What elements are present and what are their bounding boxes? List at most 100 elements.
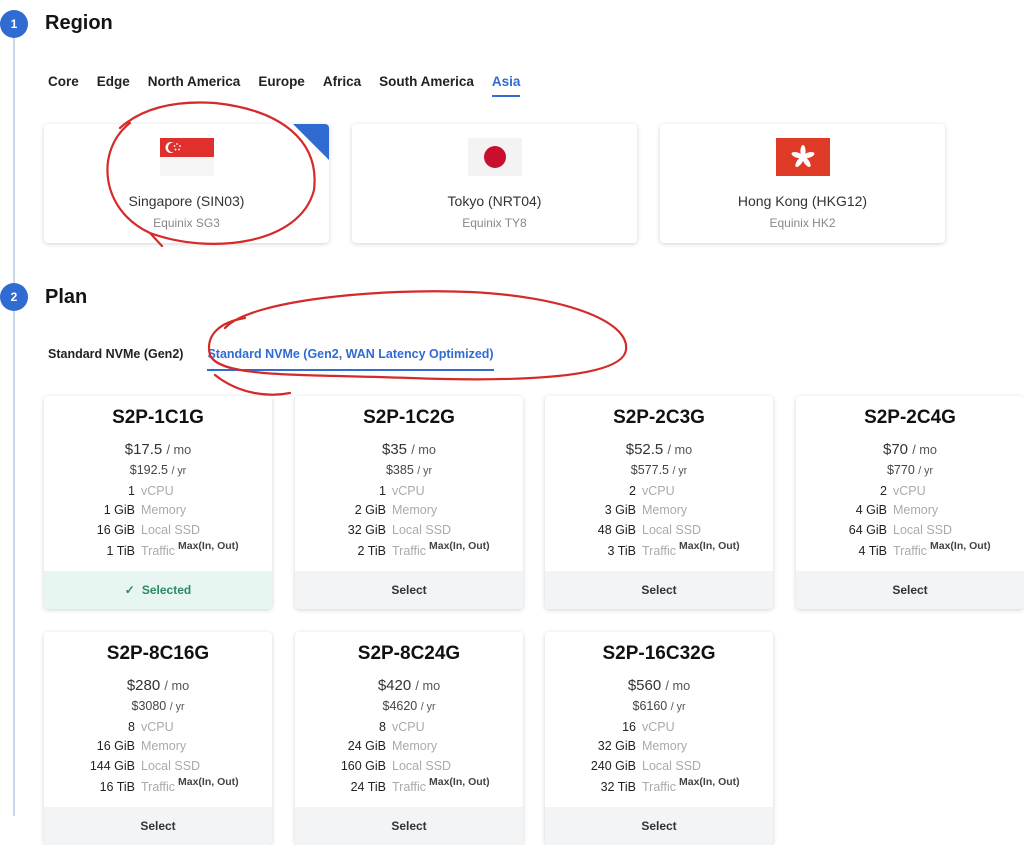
monthly-unit: / mo [166, 442, 192, 457]
spec-ssd: 160 GiB Local SSD [295, 759, 523, 777]
spec-label: Local SSD [642, 759, 702, 773]
spec-label: Traffic [141, 544, 176, 558]
spec-vcpu: 8 vCPU [295, 720, 523, 738]
plan-card-s2p-16c32g[interactable]: S2P-16C32G $560 / mo $6160 / yr 16 vCPU … [545, 632, 773, 845]
yearly-price-value: $385 [385, 463, 414, 477]
spec-value: 24 GiB [347, 739, 386, 753]
step-number-badge: 2 [0, 283, 28, 311]
plan-card-s2p-1c2g[interactable]: S2P-1C2G $35 / mo $385 / yr 1 vCPU 2 GiB… [295, 396, 523, 609]
spec-value: 24 TiB [350, 780, 386, 794]
spec-label: Memory [893, 503, 939, 517]
plan-card-s2p-8c16g[interactable]: S2P-8C16G $280 / mo $3080 / yr 8 vCPU 16… [44, 632, 272, 845]
region-section-title: Region [45, 12, 113, 34]
spec-value: 4 GiB [855, 503, 887, 517]
yearly-price-value: $6160 [632, 699, 668, 713]
region-name: Singapore (SIN03) [128, 193, 245, 209]
check-icon: ✓ [124, 583, 135, 597]
region-card-singapore[interactable]: Singapore (SIN03) Equinix SG3 [44, 124, 329, 243]
monthly-price-value: $560 [627, 677, 662, 694]
select-label: Select [391, 819, 427, 833]
select-plan-button[interactable]: Select [295, 571, 523, 609]
tab-north-america[interactable]: North America [148, 74, 241, 97]
tab-asia[interactable]: Asia [491, 74, 521, 97]
monthly-price-value: $35 [382, 441, 408, 458]
select-plan-button[interactable]: Select [295, 807, 523, 845]
region-datacenter: Equinix TY8 [462, 216, 527, 230]
select-plan-button[interactable]: Select [44, 807, 272, 845]
spec-value: 32 GiB [597, 739, 636, 753]
spec-label: Local SSD [642, 523, 702, 537]
plan-card-s2p-2c4g[interactable]: S2P-2C4G $70 / mo $770 / yr 2 vCPU 4 GiB… [796, 396, 1024, 609]
selected-plan-button[interactable]: ✓ Selected [44, 571, 272, 609]
singapore-flag-icon [159, 138, 214, 176]
spec-ssd: 64 GiB Local SSD [796, 523, 1024, 541]
spec-label: Local SSD [141, 759, 201, 773]
region-name: Tokyo (NRT04) [447, 193, 542, 209]
select-plan-button[interactable]: Select [545, 807, 773, 845]
tab-core[interactable]: Core [48, 74, 79, 97]
spec-value: 32 TiB [600, 780, 636, 794]
spec-label: Local SSD [392, 759, 452, 773]
spec-ssd: 240 GiB Local SSD [545, 759, 773, 777]
yearly-price-value: $4620 [382, 699, 418, 713]
spec-memory: 24 GiB Memory [295, 739, 523, 757]
spec-memory: 32 GiB Memory [545, 739, 773, 757]
spec-value: 16 GiB [96, 523, 135, 537]
spec-ssd: 32 GiB Local SSD [295, 523, 523, 541]
spec-memory: 1 GiB Memory [44, 503, 272, 521]
tab-standard-nvme-gen2[interactable]: Standard NVMe (Gen2) [48, 347, 183, 371]
spec-value: 2 [629, 484, 636, 498]
region-card-hong-kong[interactable]: Hong Kong (HKG12) Equinix HK2 [660, 124, 945, 243]
traffic-note: Max(In, Out) [679, 776, 740, 788]
yearly-price-value: $577.5 [630, 463, 669, 477]
yearly-price: $192.5 / yr [44, 463, 272, 477]
step-number-badge: 1 [0, 10, 28, 38]
plan-card-s2p-8c24g[interactable]: S2P-8C24G $420 / mo $4620 / yr 8 vCPU 24… [295, 632, 523, 845]
spec-value: 4 TiB [858, 544, 888, 558]
select-plan-button[interactable]: Select [796, 571, 1024, 609]
spec-label: vCPU [642, 484, 675, 498]
region-tabs: Core Edge North America Europe Africa So… [48, 74, 538, 97]
spec-label: vCPU [141, 484, 174, 498]
spec-traffic: 32 TiB Traffic Max(In, Out) [545, 776, 773, 798]
spec-value: 2 GiB [354, 503, 386, 517]
yearly-unit: / yr [169, 701, 185, 713]
spec-memory: 4 GiB Memory [796, 503, 1024, 521]
spec-label: Memory [642, 503, 688, 517]
spec-value: 16 [622, 720, 636, 734]
plan-card-s2p-2c3g[interactable]: S2P-2C3G $52.5 / mo $577.5 / yr 2 vCPU 3… [545, 396, 773, 609]
spec-value: 48 GiB [597, 523, 636, 537]
plan-card-s2p-1c1g[interactable]: S2P-1C1G $17.5 / mo $192.5 / yr 1 vCPU 1… [44, 396, 272, 609]
spec-label: vCPU [392, 720, 425, 734]
select-label: Select [391, 583, 427, 597]
yearly-price: $3080 / yr [44, 699, 272, 713]
monthly-price: $420 / mo [295, 677, 523, 694]
spec-vcpu: 1 vCPU [44, 484, 272, 502]
tab-africa[interactable]: Africa [323, 74, 361, 97]
spec-value: 16 TiB [99, 780, 135, 794]
spec-value: 240 GiB [590, 759, 636, 773]
spec-label: Memory [642, 739, 688, 753]
spec-value: 2 [880, 484, 887, 498]
tab-edge[interactable]: Edge [97, 74, 130, 97]
tab-europe[interactable]: Europe [258, 74, 305, 97]
traffic-note: Max(In, Out) [178, 540, 239, 552]
monthly-price: $280 / mo [44, 677, 272, 694]
yearly-unit: / yr [417, 465, 433, 477]
tab-south-america[interactable]: South America [379, 74, 474, 97]
spec-label: Memory [141, 739, 187, 753]
spec-value: 8 [379, 720, 386, 734]
japan-flag-icon [467, 138, 522, 176]
spec-traffic: 1 TiB Traffic Max(In, Out) [44, 540, 272, 562]
spec-ssd: 48 GiB Local SSD [545, 523, 773, 541]
monthly-unit: / mo [667, 442, 693, 457]
spec-value: 2 TiB [357, 544, 387, 558]
plan-tabs: Standard NVMe (Gen2) Standard NVMe (Gen2… [48, 347, 518, 371]
region-card-tokyo[interactable]: Tokyo (NRT04) Equinix TY8 [352, 124, 637, 243]
traffic-note: Max(In, Out) [178, 776, 239, 788]
select-plan-button[interactable]: Select [545, 571, 773, 609]
traffic-note: Max(In, Out) [429, 776, 490, 788]
monthly-unit: / mo [665, 678, 691, 693]
spec-vcpu: 16 vCPU [545, 720, 773, 738]
tab-standard-nvme-gen2-wan-optimized[interactable]: Standard NVMe (Gen2, WAN Latency Optimiz… [207, 347, 494, 371]
